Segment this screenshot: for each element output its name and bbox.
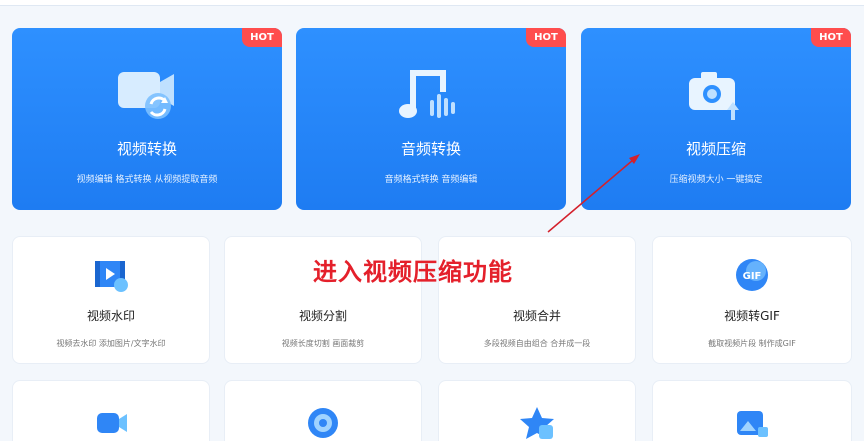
video-watermark-icon [95,261,128,292]
hot-badge: HOT [242,28,282,47]
svg-text:GIF: GIF [743,271,762,282]
tool-title: 视频转GIF [724,309,780,323]
feature-desc: 音频格式转换 音频编辑 [384,175,478,185]
feature-title: 视频压缩 [685,140,746,158]
tool-title: 视频分割 [298,309,347,323]
hot-badge: HOT [811,28,851,47]
feature-card-video-compress[interactable]: HOT 视频压缩 压缩视频大小 一键搞定 [581,28,851,210]
feature-title: 音频转换 [400,140,461,158]
feature-desc: 视频编辑 格式转换 从视频提取音频 [76,175,218,185]
camera-compress-icon [689,72,739,120]
top-strip [0,0,864,6]
hot-badge: HOT [526,28,566,47]
tool-desc: 视频去水印 添加图片/文字水印 [56,339,166,348]
gif-icon: GIF [736,259,768,291]
annotation-text: 进入视频压缩功能 [313,258,513,286]
tool-card-bottom-1[interactable] [12,380,210,441]
tool-title: 视频水印 [86,309,135,323]
feature-card-video-convert[interactable]: HOT 视频转换 视频编辑 格式转换 从视频提取音频 [12,28,282,210]
tool-title: 视频合并 [512,309,561,323]
tool-desc: 视频长度切割 画面裁剪 [281,339,365,348]
tool-card-video-to-gif[interactable]: GIF 视频转GIF 截取视频片段 制作成GIF [652,236,852,364]
image-edit-icon [737,411,768,437]
tool-desc: 截取视频片段 制作成GIF [708,339,796,348]
feature-title: 视频转换 [116,140,177,158]
tool-desc: 多段视频自由组合 合并成一段 [483,339,591,348]
video-convert-icon [118,72,174,119]
tool-card-bottom-4[interactable] [652,380,852,441]
feature-card-audio-convert[interactable]: HOT 音频转换 音频格式转换 音频编辑 [296,28,566,210]
video-camera-icon [97,413,127,433]
feature-desc: 压缩视频大小 一键搞定 [669,175,763,185]
disc-icon [308,408,338,438]
tool-card-video-watermark[interactable]: 视频水印 视频去水印 添加图片/文字水印 [12,236,210,364]
tool-card-bottom-3[interactable] [438,380,636,441]
star-text-icon [520,407,554,439]
music-note-icon [399,70,455,118]
tool-card-bottom-2[interactable] [224,380,422,441]
